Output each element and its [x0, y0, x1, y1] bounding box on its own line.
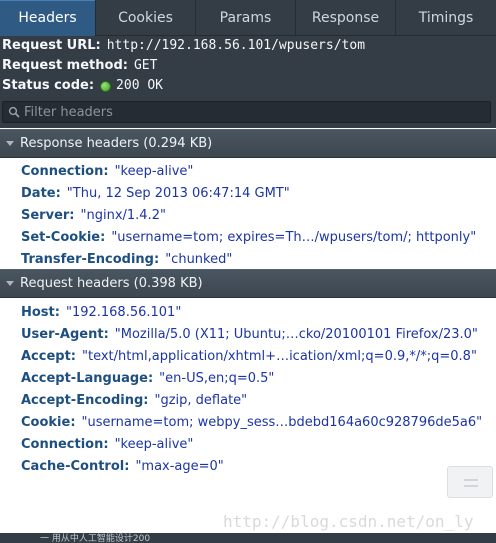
- filter-headers-input[interactable]: [24, 102, 490, 122]
- header-name: Cookie:: [21, 414, 76, 430]
- response-headers-section-header[interactable]: Response headers (0.294 KB): [0, 129, 496, 158]
- header-value: "nginx/1.4.2": [80, 207, 166, 223]
- tab-params[interactable]: Params: [196, 0, 296, 36]
- status-code-row: Status code: 200 OK: [2, 76, 496, 96]
- header-value: "text/html,application/xhtml+…ication/xm…: [82, 348, 477, 364]
- header-value: "Mozilla/5.0 (X11; Ubuntu;…cko/20100101 …: [114, 326, 478, 342]
- search-icon: [7, 106, 20, 119]
- tab-timings[interactable]: Timings: [396, 0, 496, 36]
- header-row[interactable]: Connection: "keep-alive": [0, 160, 496, 182]
- tab-response[interactable]: Response: [296, 0, 396, 36]
- header-name: Accept-Encoding:: [21, 392, 149, 408]
- tab-bar: Headers Cookies Params Response Timings: [0, 0, 496, 36]
- request-method-row: Request method: GET: [2, 56, 496, 76]
- header-name: User-Agent:: [21, 326, 109, 342]
- request-method-value: GET: [133, 58, 158, 73]
- request-summary: Request URL: http://192.168.56.101/wpuse…: [0, 36, 496, 97]
- header-row[interactable]: Host: "192.168.56.101": [0, 301, 496, 323]
- bottom-strip: 一 用从中人工智能设计200: [0, 533, 496, 543]
- header-value: "keep-alive": [114, 436, 194, 452]
- header-name: Connection:: [21, 436, 109, 452]
- expand-triangle-icon: [6, 281, 14, 286]
- header-name: Server:: [21, 207, 75, 223]
- request-method-label: Request method:: [2, 58, 128, 73]
- header-value: "en-US,en;q=0.5": [159, 370, 275, 386]
- header-value: "keep-alive": [114, 163, 194, 179]
- tab-headers[interactable]: Headers: [0, 0, 96, 36]
- header-row[interactable]: User-Agent: "Mozilla/5.0 (X11; Ubuntu;…c…: [0, 323, 496, 345]
- header-name: Accept-Language:: [21, 370, 154, 386]
- menu-icon: [464, 479, 478, 487]
- tab-cookies[interactable]: Cookies: [96, 0, 196, 36]
- header-row[interactable]: Accept-Encoding: "gzip, deflate": [0, 389, 496, 411]
- request-headers-section-header[interactable]: Request headers (0.398 KB): [0, 269, 496, 298]
- header-row[interactable]: Accept: "text/html,application/xhtml+…ic…: [0, 345, 496, 367]
- header-name: Accept:: [21, 348, 77, 364]
- header-name: Host:: [21, 304, 60, 320]
- header-value: "username=tom; expires=Th…/wpusers/tom/;…: [111, 229, 477, 245]
- header-value: "Thu, 12 Sep 2013 06:47:14 GMT": [66, 185, 290, 201]
- status-code-value: 200 OK: [116, 78, 164, 93]
- status-ok-icon: [100, 80, 112, 92]
- header-value: "192.168.56.101": [65, 304, 182, 320]
- expand-triangle-icon: [6, 141, 14, 146]
- header-row[interactable]: Server: "nginx/1.4.2": [0, 204, 496, 226]
- header-row[interactable]: Accept-Language: "en-US,en;q=0.5": [0, 367, 496, 389]
- toggle-panel-button[interactable]: [447, 466, 493, 498]
- header-name: Date:: [21, 185, 61, 201]
- header-name: Transfer-Encoding:: [21, 251, 160, 267]
- header-row[interactable]: Connection: "keep-alive": [0, 433, 496, 455]
- watermark-text: http://blog.csdn.net/on_ly: [223, 512, 474, 531]
- request-headers-title: Request headers (0.398 KB): [20, 276, 203, 291]
- header-value: "username=tom; webpy_sess…bdebd164a60c92…: [81, 414, 483, 430]
- header-name: Set-Cookie:: [21, 229, 106, 245]
- request-url-value: http://192.168.56.101/wpusers/tom: [106, 38, 366, 53]
- filter-bar: [0, 97, 496, 128]
- header-value: "max-age=0": [135, 458, 224, 474]
- header-name: Connection:: [21, 163, 109, 179]
- filter-box: [2, 101, 491, 123]
- request-url-label: Request URL:: [2, 38, 101, 53]
- header-value: "chunked": [165, 251, 233, 267]
- header-row[interactable]: Cookie: "username=tom; webpy_sess…bdebd1…: [0, 411, 496, 433]
- request-url-row: Request URL: http://192.168.56.101/wpuse…: [2, 36, 496, 56]
- header-row[interactable]: Date: "Thu, 12 Sep 2013 06:47:14 GMT": [0, 182, 496, 204]
- header-row[interactable]: Set-Cookie: "username=tom; expires=Th…/w…: [0, 226, 496, 248]
- bottom-strip-text: 一 用从中人工智能设计200: [40, 534, 151, 543]
- header-row[interactable]: Transfer-Encoding: "chunked": [0, 248, 496, 270]
- header-name: Cache-Control:: [21, 458, 130, 474]
- response-headers-title: Response headers (0.294 KB): [20, 136, 213, 151]
- header-value: "gzip, deflate": [154, 392, 248, 408]
- status-code-label: Status code:: [2, 78, 95, 93]
- header-row[interactable]: Cache-Control: "max-age=0": [0, 455, 496, 477]
